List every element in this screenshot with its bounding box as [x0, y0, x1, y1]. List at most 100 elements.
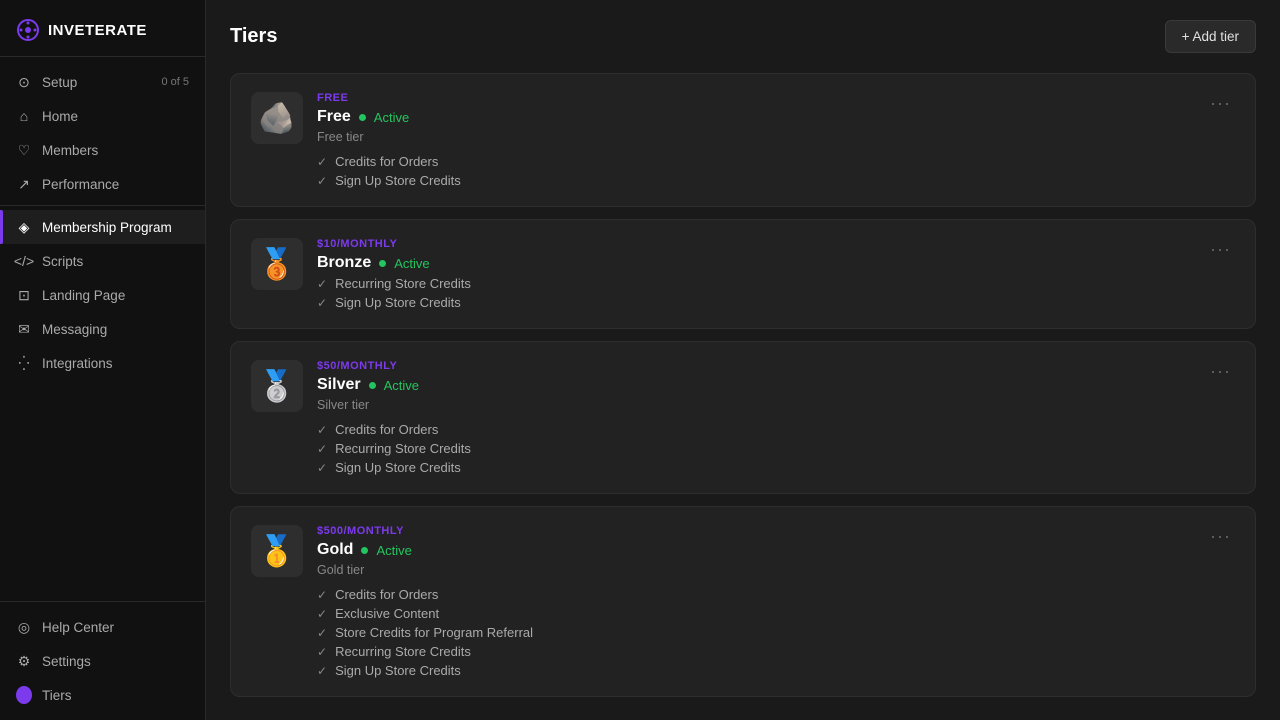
- sidebar-item-tiers[interactable]: Tiers: [0, 678, 205, 712]
- tiers-dot-icon: [16, 687, 32, 703]
- feature-label: Sign Up Store Credits: [335, 460, 461, 475]
- check-icon: ✓: [317, 296, 327, 310]
- landing-page-icon: ⊡: [16, 287, 32, 303]
- membership-icon: ◈: [16, 219, 32, 235]
- sidebar-item-setup[interactable]: ⊙ Setup 0 of 5: [0, 65, 205, 99]
- tier-card-header: 🥇 $500/MONTHLY Gold Active Gold tier ✓ C…: [251, 525, 533, 678]
- tier-more-button[interactable]: ···: [1206, 92, 1235, 114]
- logo-text: INVETERATE: [48, 22, 147, 39]
- tier-emoji: 🥇: [251, 525, 303, 577]
- sidebar-item-landing-page[interactable]: ⊡ Landing Page: [0, 278, 205, 312]
- sidebar-item-members-label: Members: [42, 143, 98, 158]
- logo-icon: [16, 18, 40, 42]
- tier-feature: ✓ Sign Up Store Credits: [317, 173, 461, 188]
- sidebar-item-help-center[interactable]: ◎ Help Center: [0, 610, 205, 644]
- check-icon: ✓: [317, 155, 327, 169]
- check-icon: ✓: [317, 664, 327, 678]
- settings-icon: ⚙: [16, 653, 32, 669]
- feature-label: Credits for Orders: [335, 154, 438, 169]
- sidebar-item-home[interactable]: ⌂ Home: [0, 99, 205, 133]
- tier-price-label: FREE: [317, 92, 461, 104]
- tier-more-button[interactable]: ···: [1206, 360, 1235, 382]
- main-content: Tiers + Add tier 🪨 FREE Free Active Free…: [206, 0, 1280, 720]
- check-icon: ✓: [317, 442, 327, 456]
- tier-feature: ✓ Sign Up Store Credits: [317, 460, 471, 475]
- tier-description: Gold tier: [317, 563, 533, 577]
- status-dot: [361, 547, 368, 554]
- sidebar-item-integrations[interactable]: ⁛ Integrations: [0, 346, 205, 380]
- status-dot: [369, 382, 376, 389]
- tier-name-row: Silver Active: [317, 376, 471, 394]
- sidebar-item-performance-label: Performance: [42, 177, 119, 192]
- tier-more-button[interactable]: ···: [1206, 525, 1235, 547]
- feature-label: Credits for Orders: [335, 422, 438, 437]
- sidebar-item-messaging[interactable]: ✉ Messaging: [0, 312, 205, 346]
- tier-price-label: $500/MONTHLY: [317, 525, 533, 537]
- status-text: Active: [394, 256, 429, 271]
- tier-feature: ✓ Credits for Orders: [317, 587, 533, 602]
- page-title: Tiers: [230, 25, 277, 48]
- tiers-dot: [16, 686, 32, 704]
- add-tier-button[interactable]: + Add tier: [1165, 20, 1256, 53]
- sidebar-item-home-label: Home: [42, 109, 78, 124]
- check-icon: ✓: [317, 423, 327, 437]
- sidebar-item-help-center-label: Help Center: [42, 620, 114, 635]
- tiers-list: 🪨 FREE Free Active Free tier ✓ Credits f…: [230, 73, 1256, 697]
- status-text: Active: [384, 378, 419, 393]
- feature-label: Credits for Orders: [335, 587, 438, 602]
- sidebar-item-integrations-label: Integrations: [42, 356, 113, 371]
- tier-description: Silver tier: [317, 398, 471, 412]
- sidebar-item-scripts-label: Scripts: [42, 254, 83, 269]
- check-icon: ✓: [317, 277, 327, 291]
- tier-price-label: $10/MONTHLY: [317, 238, 471, 250]
- tier-card-bronze: 🥉 $10/MONTHLY Bronze Active ✓ Recurring …: [230, 219, 1256, 329]
- tier-info: $10/MONTHLY Bronze Active ✓ Recurring St…: [317, 238, 471, 310]
- tier-features: ✓ Credits for Orders ✓ Sign Up Store Cre…: [317, 154, 461, 188]
- tier-info: $50/MONTHLY Silver Active Silver tier ✓ …: [317, 360, 471, 475]
- sidebar-item-membership-program[interactable]: ◈ Membership Program: [0, 210, 205, 244]
- tier-card-header: 🥈 $50/MONTHLY Silver Active Silver tier …: [251, 360, 471, 475]
- tier-feature: ✓ Sign Up Store Credits: [317, 295, 471, 310]
- tier-feature: ✓ Credits for Orders: [317, 422, 471, 437]
- tier-features: ✓ Recurring Store Credits ✓ Sign Up Stor…: [317, 276, 471, 310]
- tier-name: Bronze: [317, 254, 371, 272]
- sidebar-item-messaging-label: Messaging: [42, 322, 107, 337]
- tier-feature: ✓ Recurring Store Credits: [317, 441, 471, 456]
- sidebar-item-members[interactable]: ♡ Members: [0, 133, 205, 167]
- logo-area: INVETERATE: [0, 0, 205, 57]
- sidebar-nav: ⊙ Setup 0 of 5 ⌂ Home ♡ Members ↗ Perfor…: [0, 57, 205, 601]
- status-dot: [359, 114, 366, 121]
- status-dot: [379, 260, 386, 267]
- tier-card-header: 🪨 FREE Free Active Free tier ✓ Credits f…: [251, 92, 461, 188]
- tier-feature: ✓ Sign Up Store Credits: [317, 663, 533, 678]
- sidebar-item-tiers-label: Tiers: [42, 688, 72, 703]
- scripts-icon: </>: [16, 253, 32, 269]
- tier-more-button[interactable]: ···: [1206, 238, 1235, 260]
- tier-info: $500/MONTHLY Gold Active Gold tier ✓ Cre…: [317, 525, 533, 678]
- feature-label: Sign Up Store Credits: [335, 295, 461, 310]
- tier-features: ✓ Credits for Orders ✓ Exclusive Content…: [317, 587, 533, 678]
- tier-card-gold: 🥇 $500/MONTHLY Gold Active Gold tier ✓ C…: [230, 506, 1256, 697]
- sidebar-item-settings[interactable]: ⚙ Settings: [0, 644, 205, 678]
- setup-badge: 0 of 5: [161, 76, 189, 88]
- check-icon: ✓: [317, 588, 327, 602]
- sidebar-item-performance[interactable]: ↗ Performance: [0, 167, 205, 201]
- tier-name-row: Gold Active: [317, 541, 533, 559]
- feature-label: Recurring Store Credits: [335, 441, 471, 456]
- tier-price-label: $50/MONTHLY: [317, 360, 471, 372]
- feature-label: Exclusive Content: [335, 606, 439, 621]
- check-icon: ✓: [317, 626, 327, 640]
- sidebar-bottom: ◎ Help Center ⚙ Settings Tiers: [0, 601, 205, 720]
- nav-divider-1: [0, 205, 205, 206]
- check-icon: ✓: [317, 607, 327, 621]
- setup-icon: ⊙: [16, 74, 32, 90]
- tier-card-header: 🥉 $10/MONTHLY Bronze Active ✓ Recurring …: [251, 238, 471, 310]
- tier-feature: ✓ Exclusive Content: [317, 606, 533, 621]
- performance-icon: ↗: [16, 176, 32, 192]
- sidebar: INVETERATE ⊙ Setup 0 of 5 ⌂ Home ♡ Membe…: [0, 0, 206, 720]
- members-icon: ♡: [16, 142, 32, 158]
- tier-name-row: Free Active: [317, 108, 461, 126]
- tier-card-free: 🪨 FREE Free Active Free tier ✓ Credits f…: [230, 73, 1256, 207]
- sidebar-item-scripts[interactable]: </> Scripts: [0, 244, 205, 278]
- tier-name-row: Bronze Active: [317, 254, 471, 272]
